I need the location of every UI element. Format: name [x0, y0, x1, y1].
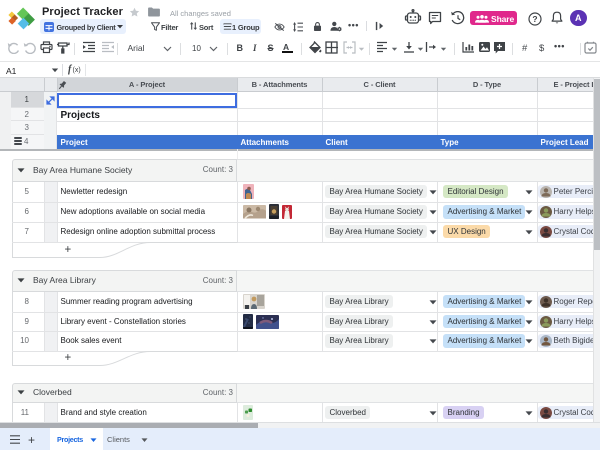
svg-text:?: ?: [532, 14, 537, 24]
